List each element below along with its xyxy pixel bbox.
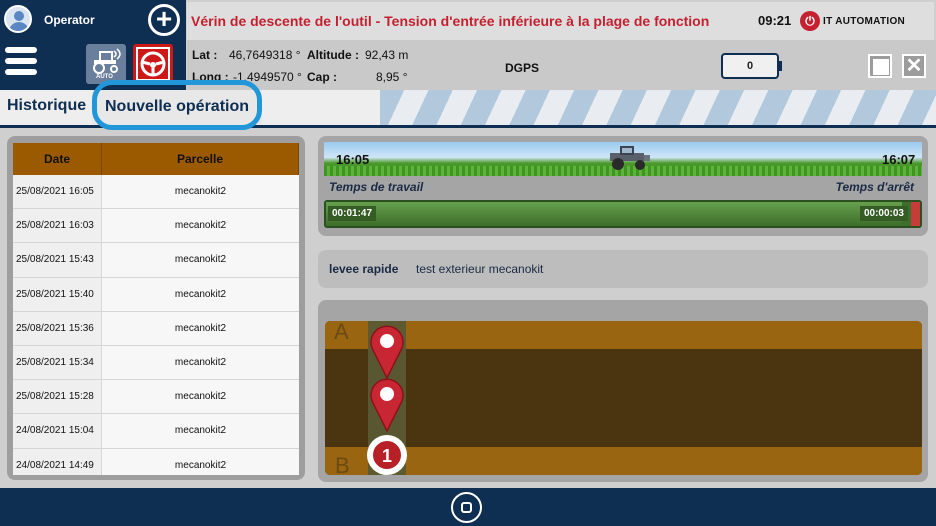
row-date: 24/08/2021 15:04 — [13, 414, 102, 448]
tab-historique[interactable]: Historique — [7, 97, 86, 115]
point-b-label: B — [335, 453, 350, 475]
brand-name: IT AUTOMATION — [823, 16, 906, 27]
table-row[interactable]: 25/08/2021 15:34 mecanokit2 — [13, 345, 299, 381]
table-row[interactable]: 24/08/2021 15:04 mecanokit2 — [13, 414, 299, 449]
table-row[interactable]: 25/08/2021 15:43 mecanokit2 — [13, 243, 299, 278]
plus-circle-icon[interactable]: + — [148, 4, 180, 36]
row-date: 24/08/2021 14:49 — [13, 448, 102, 475]
row-date: 25/08/2021 15:43 — [13, 243, 102, 277]
column-header-parcelle[interactable]: Parcelle — [102, 143, 299, 175]
table-row[interactable]: 25/08/2021 15:36 mecanokit2 — [13, 311, 299, 346]
close-icon[interactable]: ✕ — [902, 54, 926, 78]
tractor-icon — [610, 146, 650, 170]
row-date: 25/08/2021 15:34 — [13, 345, 102, 380]
table-row[interactable]: 25/08/2021 16:05 mecanokit2 — [13, 175, 299, 210]
table-row[interactable]: 24/08/2021 14:49 mecanokit2 — [13, 448, 299, 475]
operation-description-panel: levee rapide test exterieur mecanokit — [318, 250, 928, 288]
row-parcelle: mecanokit2 — [102, 311, 299, 345]
headland-top — [325, 321, 922, 349]
hamburger-menu-icon[interactable] — [5, 47, 37, 79]
lat-label: Lat : — [192, 48, 218, 62]
time-progress-bar: 00:01:47 00:00:03 — [324, 200, 922, 228]
tractor-auto-icon — [93, 48, 121, 74]
steering-wheel-icon — [136, 47, 170, 81]
tab-bar-background — [380, 90, 936, 126]
operation-description: test exterieur mecanokit — [416, 262, 544, 276]
current-position-marker[interactable]: 1 — [367, 435, 407, 475]
headland-bottom — [325, 447, 922, 475]
row-date: 25/08/2021 15:28 — [13, 380, 102, 414]
history-panel: Date Parcelle 25/08/2021 16:05 mecanokit2… — [7, 136, 305, 480]
bottom-navigation-bar — [0, 488, 936, 526]
altitude-label: Altitude : — [307, 48, 359, 62]
stop-time-label: Temps d'arrêt — [835, 180, 914, 194]
history-table: Date Parcelle 25/08/2021 16:05 mecanokit2… — [13, 143, 299, 475]
start-time: 16:05 — [336, 152, 370, 167]
grid-layout-icon[interactable] — [868, 54, 892, 78]
row-parcelle: mecanokit2 — [102, 209, 299, 243]
row-date: 25/08/2021 15:40 — [13, 277, 102, 311]
home-circle-icon[interactable] — [451, 492, 482, 523]
stop-time-fill — [911, 202, 920, 226]
row-date: 25/08/2021 15:36 — [13, 311, 102, 345]
operation-name: levee rapide — [329, 262, 399, 276]
row-parcelle: mecanokit2 — [102, 277, 299, 311]
brand-logo-icon: ⏻ — [800, 11, 820, 31]
work-time-label: Temps de travail — [329, 180, 424, 194]
field-map-panel: A B 1 — [318, 300, 928, 482]
current-position-number: 1 — [371, 439, 403, 471]
tab-focus-highlight — [92, 80, 262, 130]
row-date: 25/08/2021 16:03 — [13, 209, 102, 243]
work-time-fill — [326, 202, 902, 226]
gps-mode: DGPS — [505, 61, 540, 75]
point-a-label: A — [334, 321, 349, 344]
user-avatar-icon[interactable] — [4, 5, 32, 33]
steering-wheel-button[interactable] — [133, 44, 173, 84]
work-time-value: 00:01:47 — [328, 206, 377, 221]
alarm-header-bar: Vérin de descente de l'outil - Tension d… — [187, 2, 934, 40]
counter-display: 0 — [721, 53, 779, 79]
stop-time-value: 00:00:03 — [859, 206, 908, 221]
row-parcelle: mecanokit2 — [102, 448, 299, 475]
row-parcelle: mecanokit2 — [102, 380, 299, 414]
row-parcelle: mecanokit2 — [102, 243, 299, 277]
row-parcelle: mecanokit2 — [102, 414, 299, 448]
end-time: 16:07 — [882, 152, 916, 167]
table-row[interactable]: 25/08/2021 15:40 mecanokit2 — [13, 277, 299, 312]
row-parcelle: mecanokit2 — [102, 345, 299, 380]
lat-value: 46,7649318 ° — [229, 48, 301, 62]
table-row[interactable]: 25/08/2021 16:03 mecanokit2 — [13, 209, 299, 244]
row-parcelle: mecanokit2 — [102, 175, 299, 209]
altitude-value: 92,43 m — [365, 48, 409, 62]
cap-label: Cap : — [307, 70, 337, 84]
operator-name: Operator — [44, 13, 95, 27]
cap-value: 8,95 ° — [376, 70, 408, 84]
counter-tip — [779, 61, 782, 71]
history-table-header: Date Parcelle — [13, 143, 299, 175]
alarm-message[interactable]: Vérin de descente de l'outil - Tension d… — [191, 13, 709, 29]
time-panel: 16:05 16:07 Temps de travail Temps d'arr… — [318, 136, 928, 236]
map-pin-icon[interactable] — [370, 324, 404, 380]
row-date: 25/08/2021 16:05 — [13, 175, 102, 209]
column-header-date[interactable]: Date — [13, 143, 102, 175]
field-map[interactable]: A B 1 — [325, 321, 922, 475]
tractor-auto-button[interactable]: AUTO — [86, 44, 126, 84]
history-table-body: 25/08/2021 16:05 mecanokit2 25/08/2021 16… — [13, 175, 299, 475]
map-pin-icon[interactable] — [370, 377, 404, 433]
field-timeline-banner: 16:05 16:07 — [324, 142, 922, 176]
clock: 09:21 — [758, 13, 792, 28]
table-row[interactable]: 25/08/2021 15:28 mecanokit2 — [13, 380, 299, 415]
left-control-panel: Operator + AUTO — [0, 0, 186, 90]
gps-status-bar: Lat : 46,7649318 ° Altitude : 92,43 m Lo… — [187, 40, 936, 90]
